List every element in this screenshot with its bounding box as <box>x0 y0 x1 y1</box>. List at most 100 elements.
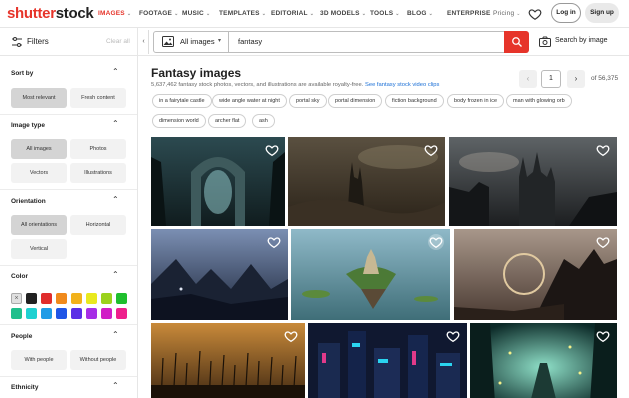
favorite-heart-icon[interactable] <box>595 142 611 158</box>
image-result[interactable] <box>454 229 617 320</box>
related-tag[interactable]: portal dimension <box>328 94 383 108</box>
favorite-heart-icon[interactable] <box>445 328 461 344</box>
neon-city-image <box>308 323 467 398</box>
nav-3d-models[interactable]: 3D MODELS ⌄ <box>320 10 366 17</box>
color-swatch[interactable] <box>71 293 82 304</box>
favorites-heart-icon[interactable] <box>528 7 542 21</box>
related-tag[interactable]: in a fairytale castle <box>152 94 212 108</box>
color-swatch[interactable] <box>101 293 112 304</box>
orientation-title: Orientation <box>11 198 46 205</box>
color-swatch[interactable] <box>26 293 37 304</box>
color-swatch[interactable] <box>116 293 127 304</box>
divider <box>0 265 137 266</box>
orientation-horizontal[interactable]: Horizontal <box>70 215 126 235</box>
nav-music[interactable]: MUSIC ⌄ <box>182 10 210 17</box>
type-photos[interactable]: Photos <box>70 139 126 159</box>
color-swatch[interactable] <box>41 293 52 304</box>
color-swatch[interactable] <box>41 308 52 319</box>
image-icon <box>162 36 174 47</box>
filters-label: Filters <box>27 37 49 46</box>
favorite-heart-icon[interactable] <box>423 142 439 158</box>
chevron-up-icon[interactable]: ⌃ <box>112 330 119 339</box>
color-swatch[interactable] <box>86 308 97 319</box>
clear-all-link[interactable]: Clear all <box>106 38 130 45</box>
chevron-up-icon[interactable]: ⌃ <box>112 195 119 204</box>
search-box: All images ▾ fantasy <box>153 31 529 53</box>
image-result[interactable] <box>470 323 617 398</box>
orientation-vertical[interactable]: Vertical <box>11 239 67 259</box>
related-tag[interactable]: man with glowing orb <box>506 94 572 108</box>
image-result[interactable] <box>308 323 467 398</box>
image-result[interactable] <box>151 137 285 226</box>
nav-tools[interactable]: TOOLS ⌄ <box>370 10 400 17</box>
color-swatch[interactable] <box>11 308 22 319</box>
color-swatch[interactable]: × <box>11 293 22 304</box>
color-title: Color <box>11 273 28 280</box>
search-row: Filters Clear all ‹ All images ▾ fantasy… <box>0 28 629 56</box>
chevron-up-icon[interactable]: ⌃ <box>112 381 119 390</box>
sort-fresh-content[interactable]: Fresh content <box>70 88 126 108</box>
search-icon <box>512 37 522 47</box>
favorite-heart-icon[interactable] <box>595 234 611 250</box>
nav-images[interactable]: IMAGES ⌄ <box>98 10 131 17</box>
people-with[interactable]: With people <box>11 350 67 370</box>
people-title: People <box>11 333 33 340</box>
orientation-all[interactable]: All orientations <box>11 215 67 235</box>
collapse-filters-chevron-icon[interactable]: ‹ <box>139 30 149 54</box>
favorite-heart-icon[interactable] <box>428 234 444 250</box>
type-illustrations[interactable]: Illustrations <box>70 163 126 183</box>
search-button[interactable] <box>504 31 529 53</box>
nav-pricing[interactable]: Pricing ⌄ <box>493 10 521 17</box>
color-swatch[interactable] <box>116 308 127 319</box>
nav-blog[interactable]: BLOG ⌄ <box>407 10 433 17</box>
page-number-input[interactable]: 1 <box>541 70 561 88</box>
favorite-heart-icon[interactable] <box>595 328 611 344</box>
search-by-image-button[interactable]: Search by image <box>533 33 619 51</box>
page-title: Fantasy images <box>151 66 242 80</box>
login-button[interactable]: Log in <box>551 3 581 23</box>
related-tag[interactable]: ash <box>252 114 275 128</box>
chevron-up-icon[interactable]: ⌃ <box>112 119 119 128</box>
nav-editorial[interactable]: EDITORIAL ⌄ <box>271 10 314 17</box>
related-tag[interactable]: wide angle water at night <box>212 94 287 108</box>
signup-button[interactable]: Sign up <box>585 3 619 23</box>
floating-islands-image <box>291 229 450 320</box>
filters-sliders-icon[interactable] <box>11 36 23 48</box>
color-swatch[interactable] <box>56 293 67 304</box>
related-tag[interactable]: archer flat <box>208 114 247 128</box>
color-swatch[interactable] <box>56 308 67 319</box>
image-result[interactable] <box>288 137 445 226</box>
search-input[interactable]: fantasy <box>238 37 262 46</box>
chevron-up-icon[interactable]: ⌃ <box>112 270 119 279</box>
image-result[interactable] <box>151 323 305 398</box>
nav-footage[interactable]: FOOTAGE ⌄ <box>139 10 178 17</box>
color-swatch[interactable] <box>86 293 97 304</box>
related-tag[interactable]: dimension world <box>152 114 206 128</box>
type-all-images[interactable]: All images <box>11 139 67 159</box>
shutterstock-logo[interactable]: shutterstock <box>7 5 94 22</box>
related-tag[interactable]: body frozen in ice <box>447 94 505 108</box>
color-swatch[interactable] <box>101 308 112 319</box>
sort-most-relevant[interactable]: Most relevant <box>11 88 67 108</box>
video-clips-link[interactable]: See fantasy stock video clips <box>365 82 439 88</box>
type-vectors[interactable]: Vectors <box>11 163 67 183</box>
image-type-select[interactable]: All images ▾ <box>154 32 229 52</box>
image-result[interactable] <box>151 229 288 320</box>
color-swatch[interactable] <box>26 308 37 319</box>
favorite-heart-icon[interactable] <box>264 142 280 158</box>
nav-enterprise[interactable]: ENTERPRISE <box>447 10 491 17</box>
prev-page-button[interactable]: ‹ <box>519 70 537 88</box>
related-tag[interactable]: fiction background <box>385 94 444 108</box>
favorite-heart-icon[interactable] <box>266 234 282 250</box>
total-pages: of 56,375 <box>591 75 619 82</box>
people-without[interactable]: Without people <box>70 350 126 370</box>
image-result[interactable] <box>291 229 450 320</box>
favorite-heart-icon[interactable] <box>283 328 299 344</box>
image-result[interactable] <box>449 137 617 226</box>
color-swatch[interactable] <box>71 308 82 319</box>
related-tag[interactable]: portal sky <box>289 94 327 108</box>
next-page-button[interactable]: › <box>567 70 585 88</box>
dragon-sunset-image <box>454 229 617 320</box>
chevron-up-icon[interactable]: ⌃ <box>112 67 119 76</box>
nav-templates[interactable]: TEMPLATES ⌄ <box>219 10 266 17</box>
